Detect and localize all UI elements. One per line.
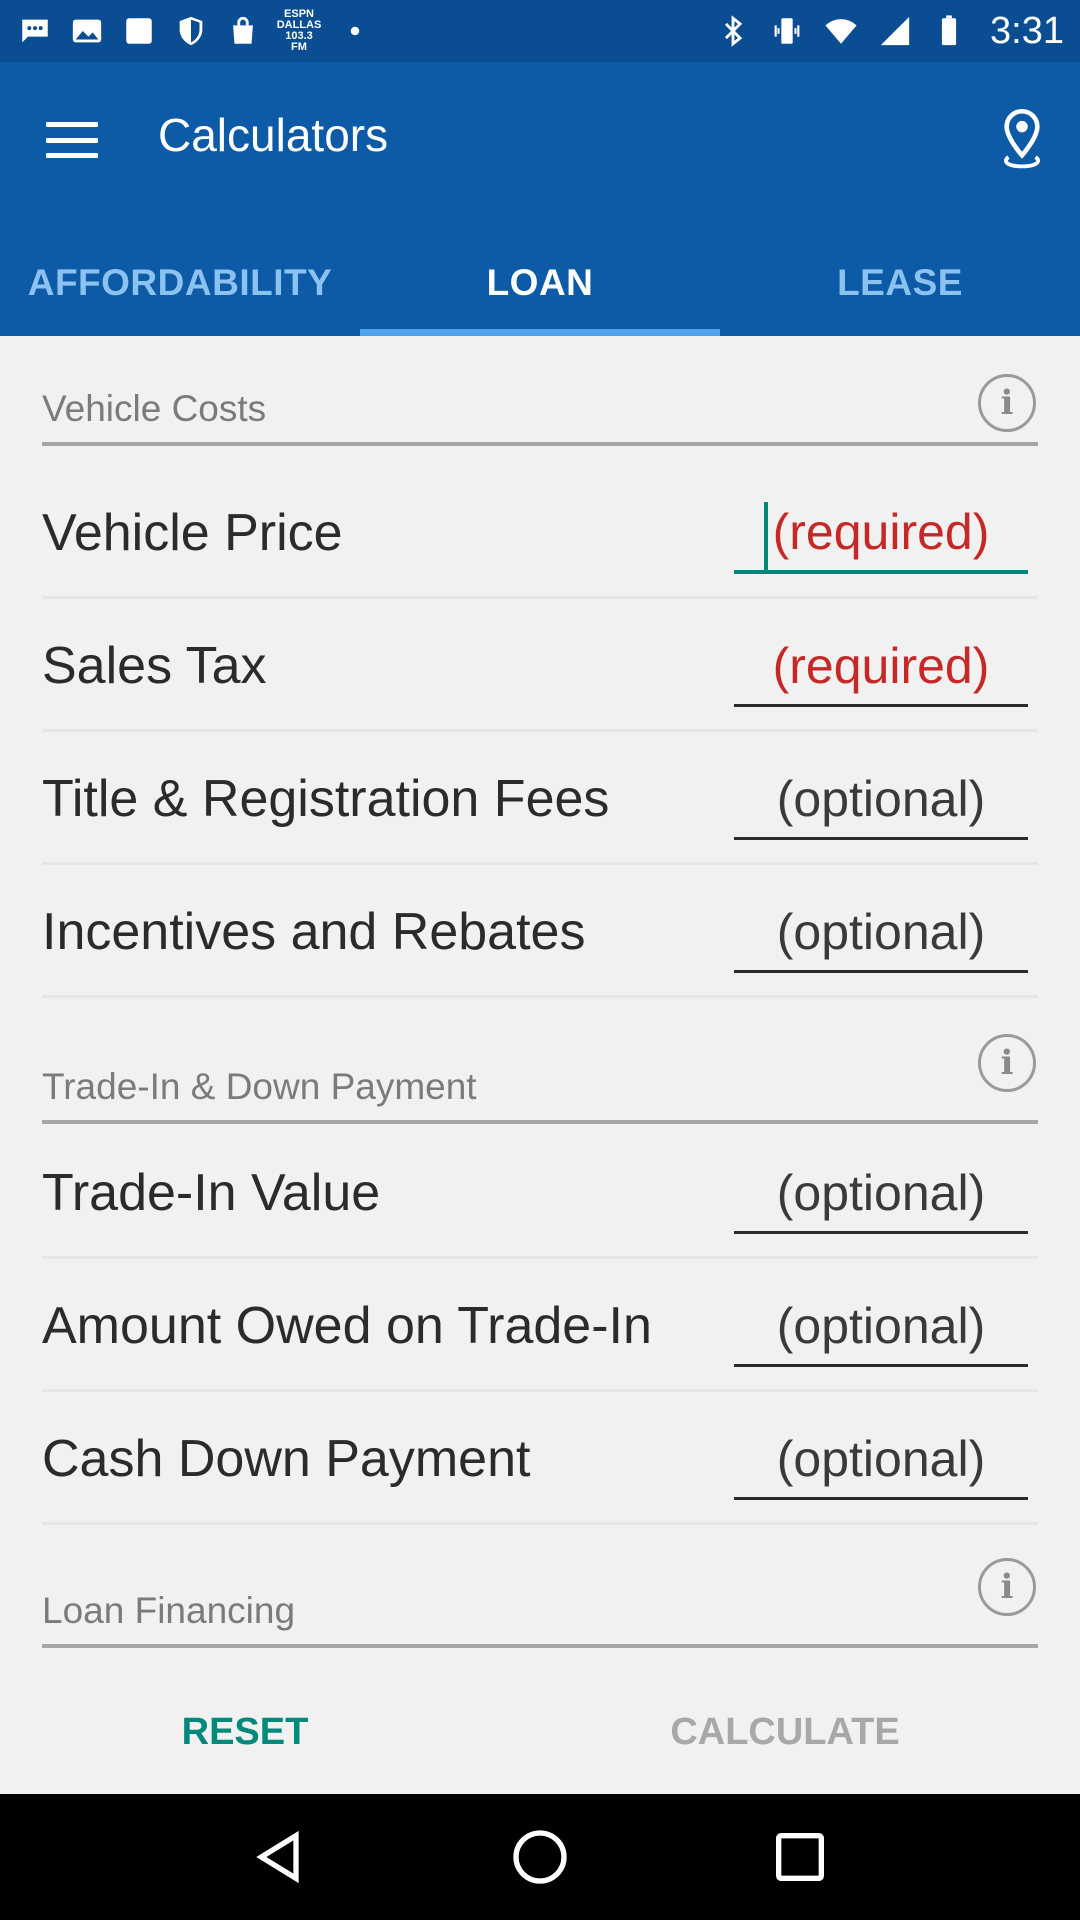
field-row-amount-owed: Amount Owed on Trade-In xyxy=(42,1259,1038,1392)
calculate-button[interactable]: CALCULATE xyxy=(640,1672,930,1792)
action-buttons: RESET CALCULATE xyxy=(0,1672,1080,1792)
tab-lease[interactable]: LEASE xyxy=(720,230,1080,336)
vehicle-price-input[interactable] xyxy=(734,494,1028,574)
battery-icon xyxy=(930,14,968,48)
field-row-trade-in-value: Trade-In Value xyxy=(42,1126,1038,1259)
recents-button[interactable] xyxy=(760,1817,840,1897)
system-nav-bar xyxy=(0,1794,1080,1920)
field-row-incentives: Incentives and Rebates xyxy=(42,865,1038,998)
wifi-icon xyxy=(822,14,860,48)
field-row-vehicle-price: Vehicle Price xyxy=(42,466,1038,599)
bluetooth-icon xyxy=(714,14,752,48)
field-row-cash-down: Cash Down Payment xyxy=(42,1392,1038,1525)
trade-in-info-button[interactable]: i xyxy=(978,1034,1036,1092)
section-header-loan-financing: Loan Financing i xyxy=(42,1558,1038,1648)
location-button[interactable] xyxy=(994,102,1050,178)
espn-radio-icon: ESPN DALLAS 103.3 FM xyxy=(276,9,322,53)
shopping-bag-icon xyxy=(224,14,262,48)
vibrate-icon xyxy=(768,14,806,48)
more-dots-icon xyxy=(336,14,374,48)
tab-loan[interactable]: LOAN xyxy=(360,230,720,336)
square-icon xyxy=(120,14,158,48)
home-circle-icon xyxy=(513,1830,567,1884)
field-row-sales-tax: Sales Tax xyxy=(42,599,1038,732)
home-button[interactable] xyxy=(500,1817,580,1897)
menu-button[interactable] xyxy=(44,114,100,166)
notification-icons: ESPN DALLAS 103.3 FM xyxy=(16,0,374,62)
back-triangle-icon xyxy=(256,1830,299,1884)
sales-tax-input[interactable] xyxy=(734,627,1028,707)
hamburger-menu-icon xyxy=(46,122,98,127)
espn-widget-text: ESPN DALLAS 103.3 FM xyxy=(276,8,322,53)
info-icon: i xyxy=(1000,1567,1014,1607)
amount-owed-input[interactable] xyxy=(734,1287,1028,1367)
shield-icon xyxy=(172,14,210,48)
cash-down-payment-input[interactable] xyxy=(734,1420,1028,1500)
system-icons: 3:31 xyxy=(714,0,1064,62)
incentives-rebates-input[interactable] xyxy=(734,893,1028,973)
field-label: Amount Owed on Trade-In xyxy=(42,1296,652,1355)
section-title: Loan Financing xyxy=(42,1590,296,1631)
location-pin-icon xyxy=(1004,108,1040,169)
back-button[interactable] xyxy=(240,1817,320,1897)
field-label: Title & Registration Fees xyxy=(42,769,610,828)
image-icon xyxy=(68,14,106,48)
trade-in-value-input[interactable] xyxy=(734,1154,1028,1234)
section-title: Vehicle Costs xyxy=(42,388,267,429)
field-label: Vehicle Price xyxy=(42,503,343,562)
field-row-title-registration: Title & Registration Fees xyxy=(42,732,1038,865)
section-header-trade-in: Trade-In & Down Payment i xyxy=(42,1034,1038,1124)
info-icon: i xyxy=(1000,1043,1014,1083)
field-label: Cash Down Payment xyxy=(42,1429,531,1488)
section-header-vehicle-costs: Vehicle Costs i xyxy=(42,366,1038,446)
clock: 3:31 xyxy=(990,9,1064,52)
info-icon: i xyxy=(1000,383,1014,423)
page-title: Calculators xyxy=(158,109,389,161)
field-label: Sales Tax xyxy=(42,636,267,695)
loan-financing-info-button[interactable]: i xyxy=(978,1558,1036,1616)
loan-form: Vehicle Costs i Vehicle Price Sales Tax … xyxy=(0,336,1080,1794)
tab-affordability[interactable]: AFFORDABILITY xyxy=(0,230,360,336)
title-registration-fees-input[interactable] xyxy=(734,760,1028,840)
signal-icon xyxy=(876,14,914,48)
field-label: Incentives and Rebates xyxy=(42,902,586,961)
section-title: Trade-In & Down Payment xyxy=(42,1066,477,1107)
text-cursor xyxy=(764,502,768,572)
app-bar: Calculators AFFORDABILITY LOAN LEASE xyxy=(0,62,1080,336)
vehicle-costs-info-button[interactable]: i xyxy=(978,374,1036,432)
reset-button[interactable]: RESET xyxy=(140,1672,350,1792)
field-label: Trade-In Value xyxy=(42,1163,381,1222)
chat-bubble-icon xyxy=(16,14,54,48)
tab-bar: AFFORDABILITY LOAN LEASE xyxy=(0,230,1080,336)
status-bar: ESPN DALLAS 103.3 FM 3:31 xyxy=(0,0,1080,62)
recents-square-icon xyxy=(776,1833,824,1881)
